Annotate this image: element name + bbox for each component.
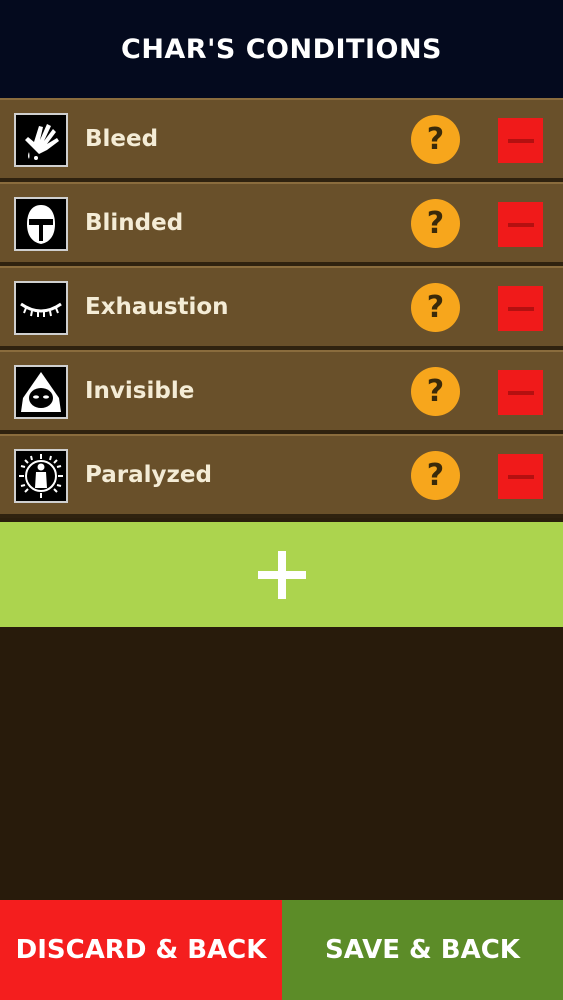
remove-button[interactable] [498, 286, 543, 331]
paralyzed-figure-icon [14, 449, 68, 503]
conditions-list: Bleed ? Blinded ? Exhaustion ? Invisible… [0, 98, 563, 518]
remove-button[interactable] [498, 370, 543, 415]
help-button[interactable]: ? [411, 283, 460, 332]
condition-label: Invisible [85, 378, 195, 404]
discard-and-back-button[interactable]: DISCARD & BACK [0, 900, 282, 1000]
remove-button[interactable] [498, 118, 543, 163]
minus-icon [507, 306, 534, 311]
bleed-hand-icon [14, 113, 68, 167]
save-and-back-button[interactable]: SAVE & BACK [282, 900, 563, 1000]
help-button[interactable]: ? [411, 115, 460, 164]
invisible-hood-icon [14, 365, 68, 419]
remove-button[interactable] [498, 202, 543, 247]
plus-icon [257, 550, 306, 599]
help-button[interactable]: ? [411, 199, 460, 248]
condition-label: Exhaustion [85, 294, 229, 320]
exhaustion-closed-eye-icon [14, 281, 68, 335]
empty-list-area [0, 627, 563, 900]
page-title: CHAR'S CONDITIONS [121, 33, 442, 65]
minus-icon [507, 390, 534, 395]
condition-row-bleed[interactable]: Bleed ? [0, 98, 563, 182]
help-button[interactable]: ? [411, 451, 460, 500]
help-button[interactable]: ? [411, 367, 460, 416]
condition-row-blinded[interactable]: Blinded ? [0, 182, 563, 266]
minus-icon [507, 474, 534, 479]
condition-label: Bleed [85, 126, 159, 152]
help-glyph: ? [426, 458, 445, 493]
condition-row-invisible[interactable]: Invisible ? [0, 350, 563, 434]
remove-button[interactable] [498, 454, 543, 499]
help-glyph: ? [426, 206, 445, 241]
header-bar: CHAR'S CONDITIONS [0, 0, 563, 98]
condition-row-exhaustion[interactable]: Exhaustion ? [0, 266, 563, 350]
discard-label: DISCARD & BACK [15, 935, 267, 965]
blinded-helmet-icon [14, 197, 68, 251]
condition-row-paralyzed[interactable]: Paralyzed ? [0, 434, 563, 518]
help-glyph: ? [426, 122, 445, 157]
help-glyph: ? [426, 290, 445, 325]
add-condition-button[interactable] [0, 522, 563, 627]
minus-icon [507, 222, 534, 227]
condition-label: Blinded [85, 210, 184, 236]
save-label: SAVE & BACK [325, 935, 520, 965]
condition-label: Paralyzed [85, 462, 212, 488]
help-glyph: ? [426, 374, 445, 409]
conditions-screen: CHAR'S CONDITIONS Bleed ? Blinded ? Exha… [0, 0, 563, 1000]
minus-icon [507, 138, 534, 143]
